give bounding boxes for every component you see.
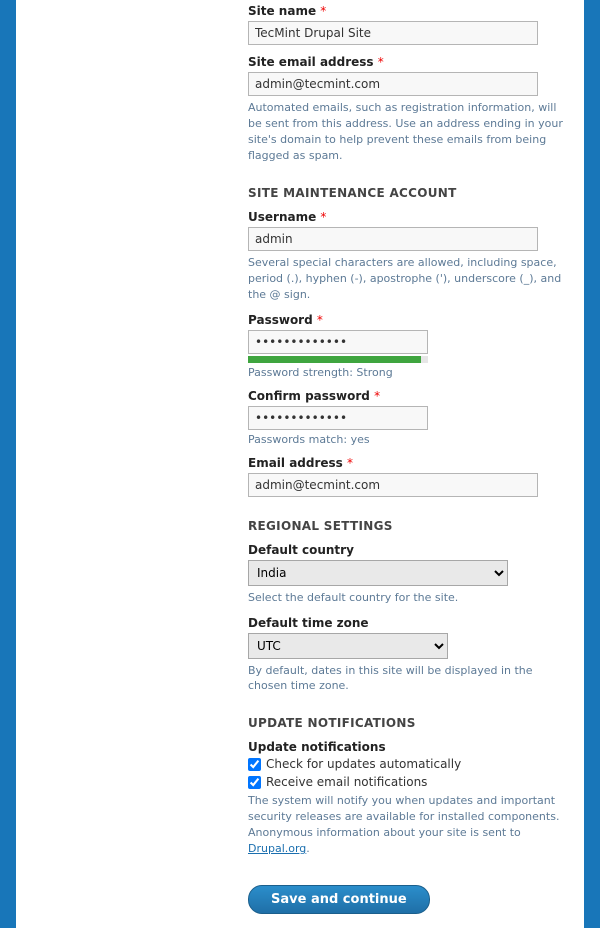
section-regional: REGIONAL SETTINGS [248,519,572,533]
check-updates-auto[interactable] [248,758,261,771]
site-email-desc: Automated emails, such as registration i… [248,100,572,164]
window-border-right [584,0,600,928]
maint-email-input[interactable] [248,473,538,497]
check-email-notify[interactable] [248,776,261,789]
maint-email-label: Email address * [248,456,572,470]
check-email-notify-label: Receive email notifications [266,775,427,789]
save-continue-button[interactable]: Save and continue [248,885,430,914]
section-updates: UPDATE NOTIFICATIONS [248,716,572,730]
username-desc: Several special characters are allowed, … [248,255,572,303]
password-label: Password * [248,313,572,327]
section-maintenance: SITE MAINTENANCE ACCOUNT [248,186,572,200]
confirm-password-input[interactable] [248,406,428,430]
password-input[interactable] [248,330,428,354]
site-name-label: Site name * [248,4,572,18]
form-content: Site name * Site email address * Automat… [16,0,584,928]
timezone-label: Default time zone [248,616,572,630]
username-label: Username * [248,210,572,224]
updates-desc: The system will notify you when updates … [248,793,572,857]
password-strength-text: Password strength: Strong [248,366,572,379]
username-input[interactable] [248,227,538,251]
timezone-select[interactable]: UTC [248,633,448,659]
window-border-left [0,0,16,928]
timezone-desc: By default, dates in this site will be d… [248,663,572,695]
update-notifications-label: Update notifications [248,740,572,754]
country-desc: Select the default country for the site. [248,590,572,606]
site-email-input[interactable] [248,72,538,96]
password-match-text: Passwords match: yes [248,433,572,446]
country-label: Default country [248,543,572,557]
check-updates-auto-label: Check for updates automatically [266,757,461,771]
confirm-password-label: Confirm password * [248,389,572,403]
country-select[interactable]: India [248,560,508,586]
drupal-org-link[interactable]: Drupal.org [248,842,306,855]
password-strength-bar [248,356,428,363]
site-name-input[interactable] [248,21,538,45]
site-email-label: Site email address * [248,55,572,69]
